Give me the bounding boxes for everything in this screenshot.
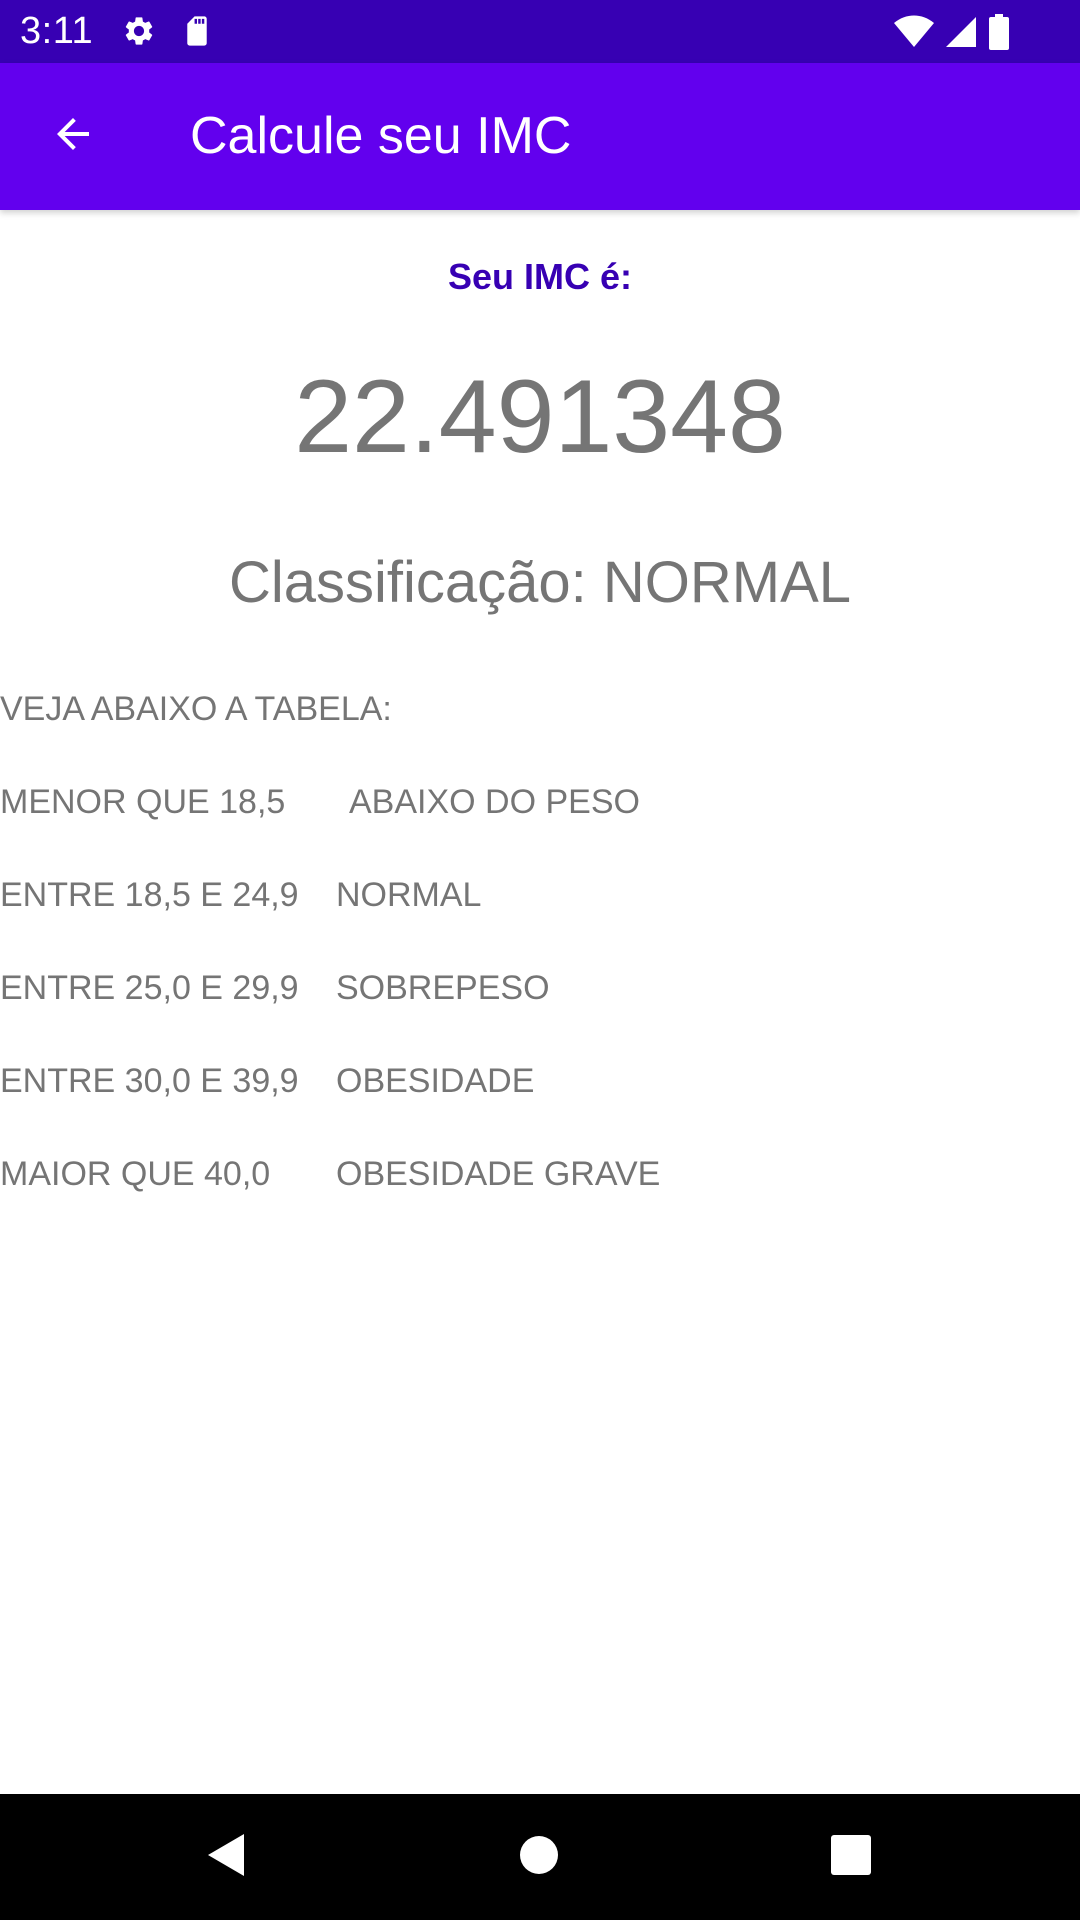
- table-range: ENTRE 25,0 E 29,9: [0, 969, 299, 1007]
- status-time: 3:11: [20, 10, 94, 52]
- table-row: ENTRE 18,5 E 24,9 NORMAL: [0, 874, 1080, 916]
- table-row: MENOR QUE 18,5 ABAIXO DO PESO: [0, 781, 1080, 823]
- recents-square-icon: [830, 1834, 872, 1881]
- table-range: ENTRE 30,0 E 39,9: [0, 1062, 299, 1100]
- table-title: VEJA ABAIXO A TABELA:: [0, 690, 392, 728]
- cell-signal-icon: [944, 15, 978, 49]
- status-left-icons: [122, 14, 212, 48]
- home-circle-icon: [518, 1834, 560, 1881]
- sd-card-icon: [182, 14, 212, 48]
- table-row: MAIOR QUE 40,0 OBESIDADE GRAVE: [0, 1153, 1080, 1195]
- status-right-icons: [894, 14, 1010, 50]
- table-classification: OBESIDADE GRAVE: [336, 1155, 661, 1193]
- classification-prefix: Classificação:: [228, 550, 587, 615]
- table-classification: OBESIDADE: [336, 1062, 535, 1100]
- wifi-icon: [894, 15, 934, 49]
- table-range: MAIOR QUE 40,0: [0, 1155, 271, 1193]
- back-button[interactable]: [30, 98, 116, 174]
- table-range: ENTRE 18,5 E 24,9: [0, 876, 299, 914]
- classification-value: NORMAL: [602, 550, 852, 615]
- page-title: Calcule seu IMC: [190, 107, 572, 165]
- nav-recents-button[interactable]: [818, 1824, 884, 1890]
- system-nav-bar: [0, 1794, 1080, 1920]
- result-label: Seu IMC é:: [447, 256, 633, 297]
- table-classification: NORMAL: [336, 876, 482, 914]
- arrow-back-icon: [49, 110, 97, 163]
- app-bar: Calcule seu IMC: [0, 63, 1080, 210]
- nav-back-button[interactable]: [192, 1824, 258, 1890]
- battery-icon: [988, 14, 1010, 50]
- table-classification: SOBREPESO: [336, 969, 550, 1007]
- table-classification: ABAIXO DO PESO: [349, 783, 640, 821]
- nav-home-button[interactable]: [506, 1824, 572, 1890]
- table-row: ENTRE 25,0 E 29,9 SOBREPESO: [0, 967, 1080, 1009]
- imc-result-screen: 3:11 Calcule seu IMC Seu IMC é: 22.49134…: [0, 0, 1080, 1920]
- table-range: MENOR QUE 18,5: [0, 783, 286, 821]
- table-row: ENTRE 30,0 E 39,9 OBESIDADE: [0, 1060, 1080, 1102]
- imc-value: 22.491348: [294, 359, 786, 475]
- back-triangle-icon: [202, 1830, 248, 1885]
- status-bar: 3:11: [0, 0, 1080, 63]
- classification-text: Classificação: NORMAL: [0, 548, 1080, 618]
- settings-gear-icon: [122, 14, 156, 48]
